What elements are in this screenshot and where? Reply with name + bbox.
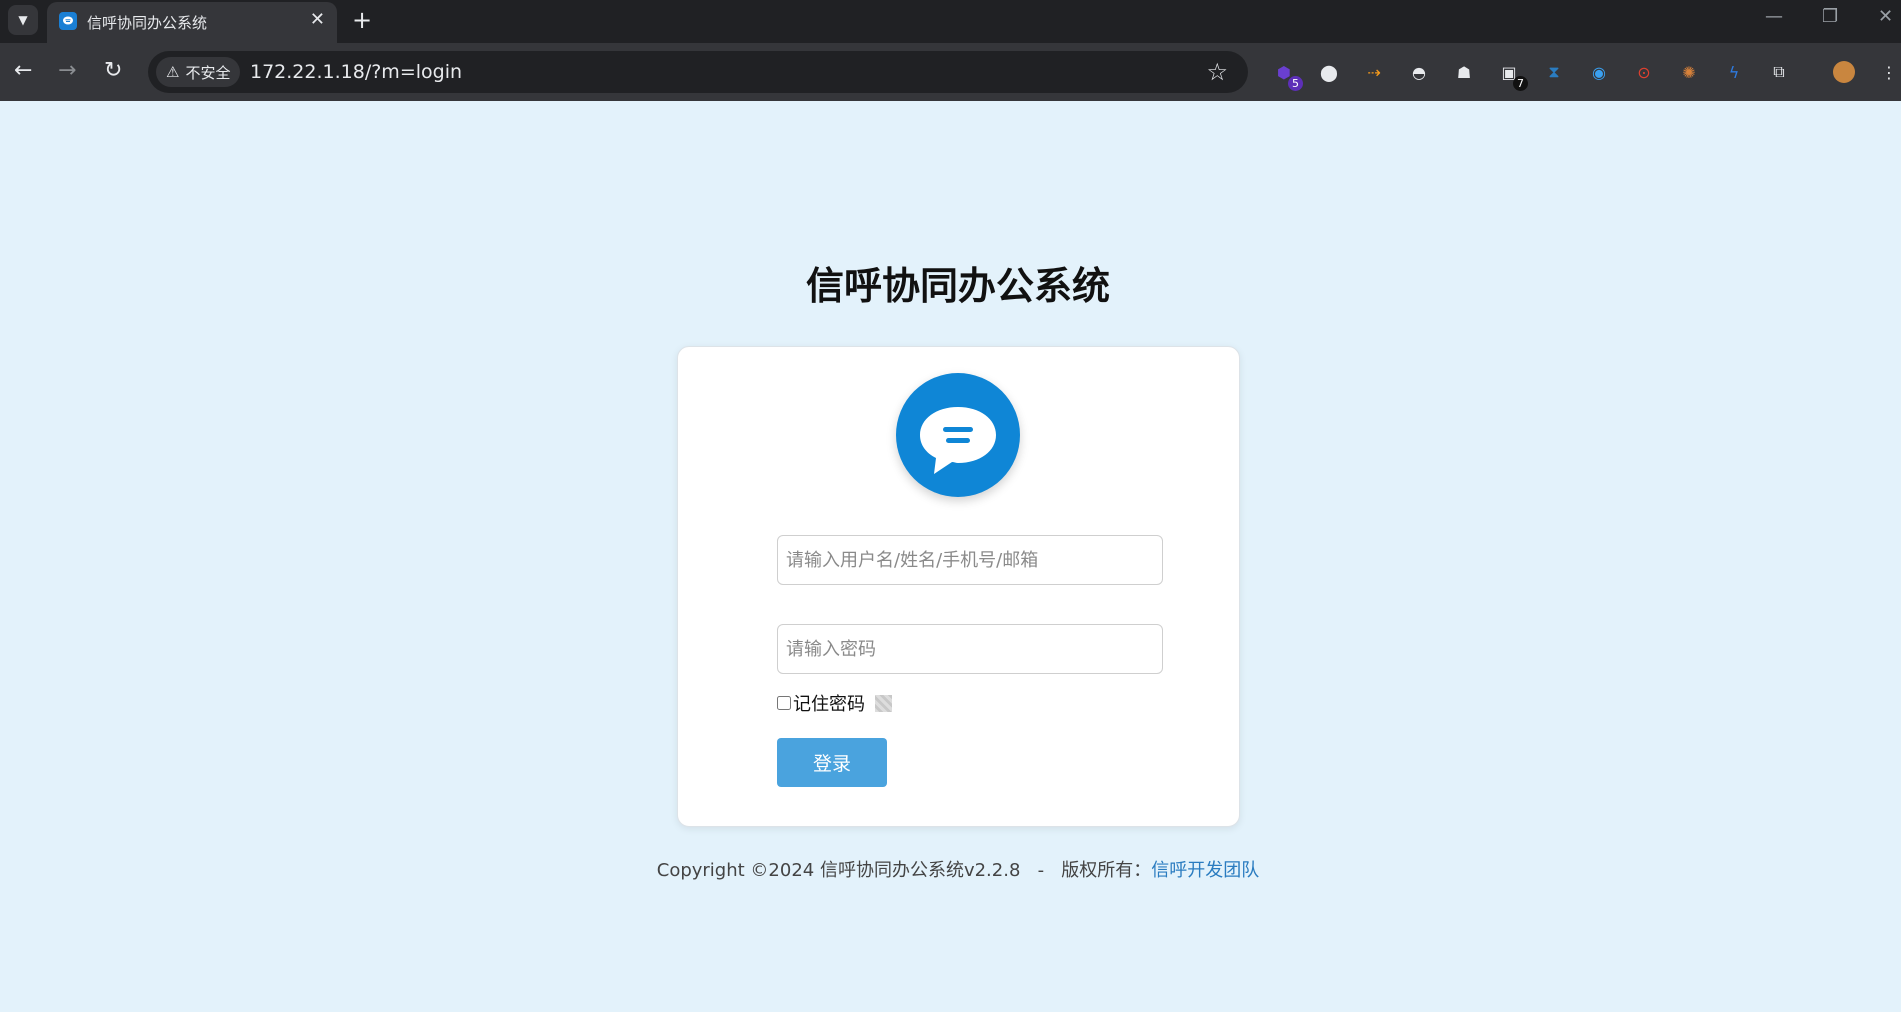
login-card: 记住密码 登录 <box>677 346 1240 827</box>
extension-arrow-icon[interactable]: ⇢ <box>1361 59 1387 85</box>
more-menu-icon[interactable]: ⋮ <box>1876 59 1901 85</box>
profile-avatar-icon[interactable] <box>1831 59 1857 85</box>
browser-tab-bar: ▼ 信呼协同办公系统 ✕ + — ❐ ✕ <box>0 0 1901 43</box>
url-text[interactable]: 172.22.1.18/?m=login <box>250 61 462 83</box>
extension-film-icon[interactable]: ▣ 7 <box>1496 59 1528 91</box>
extension-mask-icon[interactable]: ◉ <box>1586 59 1612 85</box>
warning-icon: ⚠ <box>166 63 180 81</box>
tab-search-button[interactable]: ▼ <box>8 5 38 35</box>
browser-toolbar: ← → ↻ ⚠ 不安全 172.22.1.18/?m=login ☆ ⬢ 5 ⬤ … <box>0 43 1901 101</box>
extension-cookie-icon[interactable]: ✺ <box>1676 59 1702 85</box>
login-button[interactable]: 登录 <box>777 738 887 787</box>
broken-image-icon <box>875 694 892 712</box>
footer: Copyright ©2024 信呼协同办公系统v2.2.8 - 版权所有：信呼… <box>0 856 1901 882</box>
remember-password-checkbox[interactable] <box>777 696 791 710</box>
forward-icon[interactable]: → <box>58 57 76 85</box>
extension-badge: 7 <box>1513 76 1528 91</box>
extension-bolt-icon[interactable]: ϟ <box>1721 59 1747 85</box>
browser-tab[interactable]: 信呼协同办公系统 ✕ <box>47 2 337 43</box>
tab-title: 信呼协同办公系统 <box>87 14 208 32</box>
security-label: 不安全 <box>185 63 231 82</box>
chevron-down-icon: ▼ <box>18 13 28 27</box>
window-close-icon[interactable]: ✕ <box>1878 6 1893 27</box>
remember-password-row: 记住密码 <box>777 690 892 716</box>
extension-red-icon[interactable]: ⊙ <box>1631 59 1657 85</box>
chat-logo-icon <box>896 373 1020 497</box>
back-icon[interactable]: ← <box>14 57 32 85</box>
footer-copyright: Copyright ©2024 信呼协同办公系统v2.2.8 - 版权所有： <box>656 860 1152 881</box>
password-input[interactable] <box>777 624 1163 674</box>
minimize-icon[interactable]: — <box>1765 6 1783 27</box>
reload-icon[interactable]: ↻ <box>104 57 122 85</box>
remember-password-label[interactable]: 记住密码 <box>793 690 865 716</box>
new-tab-icon[interactable]: + <box>352 6 372 34</box>
chat-favicon-icon <box>59 12 77 30</box>
address-bar[interactable]: ⚠ 不安全 172.22.1.18/?m=login ☆ <box>148 51 1248 93</box>
restore-icon[interactable]: ❐ <box>1822 6 1838 27</box>
username-input[interactable] <box>777 535 1163 585</box>
extension-ring-icon[interactable]: ⬤ <box>1316 59 1342 85</box>
footer-team-link[interactable]: 信呼开发团队 <box>1151 860 1259 881</box>
extension-hourglass-icon[interactable]: ⧗ <box>1541 59 1567 85</box>
extension-purple-icon[interactable]: ⬢ 5 <box>1271 59 1303 91</box>
close-icon[interactable]: ✕ <box>310 10 325 30</box>
bookmark-star-icon[interactable]: ☆ <box>1206 58 1228 86</box>
extension-cat-icon[interactable]: ☗ <box>1451 59 1477 85</box>
extension-badge: 5 <box>1288 76 1303 91</box>
extensions-puzzle-icon[interactable]: ⧉ <box>1766 59 1792 85</box>
page-title: 信呼协同办公系统 <box>805 264 1110 308</box>
security-chip[interactable]: ⚠ 不安全 <box>156 57 241 87</box>
extension-hat-icon[interactable]: ◓ <box>1406 59 1432 85</box>
